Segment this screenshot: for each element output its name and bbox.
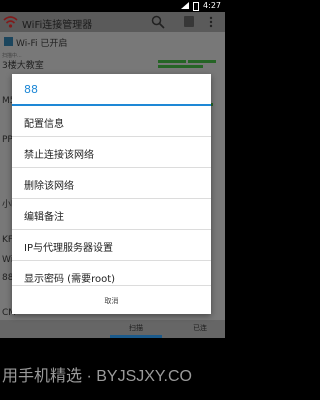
status-bar: 4:27 bbox=[0, 0, 225, 12]
cancel-label: 取消 bbox=[104, 297, 119, 305]
signal-icon bbox=[181, 2, 189, 9]
navigation-bar: 用手机精选 · BYJSJXY.CO bbox=[0, 338, 225, 400]
menu-item-delete-network[interactable]: 删除该网络 bbox=[12, 168, 211, 198]
menu-item-label: 配置信息 bbox=[24, 119, 64, 130]
dialog-header: 88 bbox=[12, 74, 211, 106]
menu-item-label: 禁止连接该网络 bbox=[24, 150, 94, 161]
dialog-title: 88 bbox=[24, 83, 38, 96]
menu-item-block-network[interactable]: 禁止连接该网络 bbox=[12, 137, 211, 167]
menu-item-edit-note[interactable]: 编辑备注 bbox=[12, 199, 211, 229]
status-time: 4:27 bbox=[203, 1, 221, 10]
watermark-text: 用手机精选 · BYJSJXY.CO bbox=[2, 368, 192, 385]
menu-item-label: 显示密码 (需要root) bbox=[24, 274, 116, 285]
menu-item-label: 编辑备注 bbox=[24, 212, 64, 223]
network-options-dialog: 88 配置信息 禁止连接该网络 删除该网络 编辑备注 IP与代理服务器设置 显示… bbox=[12, 74, 211, 314]
cancel-button[interactable]: 取消 bbox=[12, 286, 211, 314]
menu-item-config-info[interactable]: 配置信息 bbox=[12, 106, 211, 136]
menu-item-ip-proxy-settings[interactable]: IP与代理服务器设置 bbox=[12, 230, 211, 260]
menu-item-label: IP与代理服务器设置 bbox=[24, 243, 113, 254]
battery-icon bbox=[193, 2, 199, 11]
menu-item-label: 删除该网络 bbox=[24, 181, 74, 192]
